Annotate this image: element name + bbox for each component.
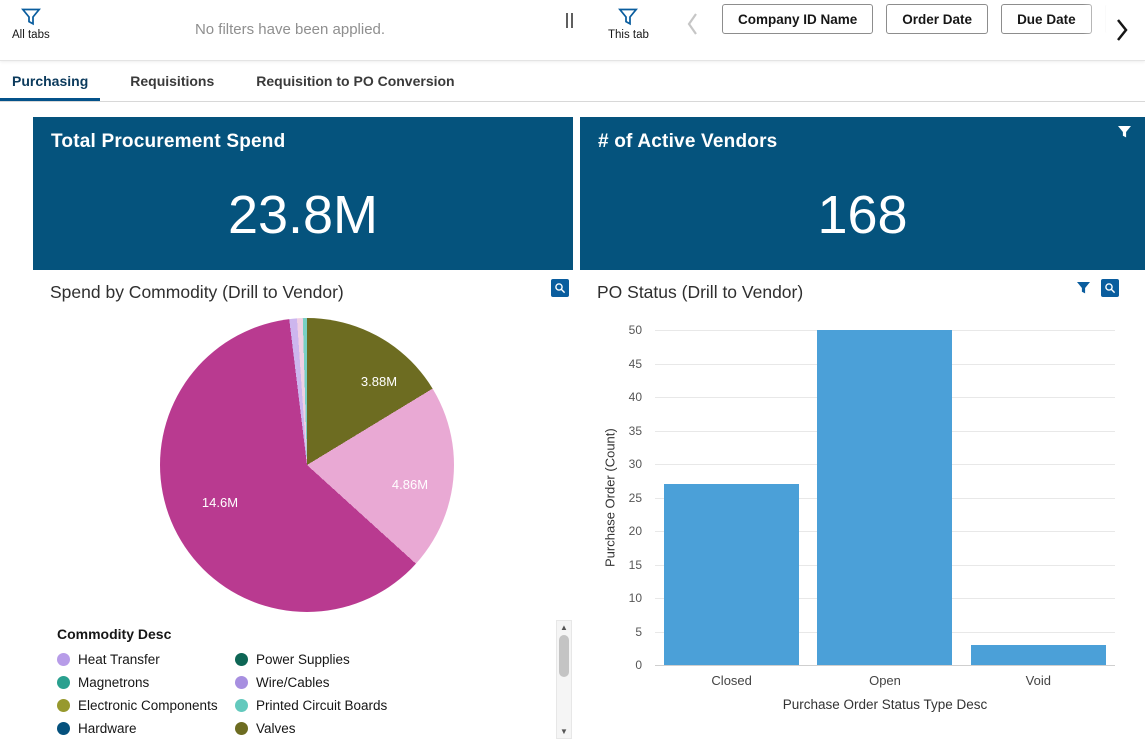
y-tick-label: 20 (629, 524, 642, 538)
commodity-legend-items: Heat Transfer Magnetrons Electronic Compon… (57, 648, 413, 739)
pie-slice-label: 4.86M (380, 477, 440, 492)
legend-label: Magnetrons (78, 675, 149, 690)
y-tick-label: 15 (629, 558, 642, 572)
bar-panel-title: PO Status (Drill to Vendor) (580, 282, 803, 303)
y-tick-label: 0 (635, 658, 642, 672)
bar-closed[interactable] (664, 484, 799, 665)
filter-pill-due-date[interactable]: Due Date (1001, 4, 1092, 34)
pie-chart[interactable]: 14.6M 4.86M 3.88M (160, 318, 454, 612)
y-tick-label: 50 (629, 323, 642, 337)
legend-swatch-icon (57, 676, 70, 689)
chevron-left-icon (686, 11, 700, 37)
scrollbar-up-icon[interactable]: ▲ (557, 623, 571, 632)
bar-void[interactable] (971, 645, 1106, 665)
panel-header: Spend by Commodity (Drill to Vendor) (33, 270, 573, 314)
pie-slice-label: 14.6M (190, 495, 250, 510)
y-tick-label: 35 (629, 424, 642, 438)
legend-item[interactable]: Printed Circuit Boards (235, 698, 413, 713)
x-tick-label: Open (808, 673, 961, 688)
bar-open[interactable] (817, 330, 952, 665)
legend-item[interactable]: Electronic Components (57, 698, 235, 713)
legend-item[interactable]: Hardware (57, 721, 235, 736)
splitter-handle[interactable] (566, 13, 573, 28)
filter-bar: All tabs No filters have been applied. T… (0, 0, 1145, 61)
legend-swatch-icon (235, 676, 248, 689)
tab-requisition-to-po-conversion[interactable]: Requisition to PO Conversion (244, 61, 466, 101)
scroll-filters-left-button[interactable] (686, 11, 700, 42)
legend-label: Printed Circuit Boards (256, 698, 387, 713)
tab-label: Requisition to PO Conversion (256, 73, 454, 89)
scroll-filters-right-button[interactable] (1083, 0, 1145, 60)
legend-swatch-icon (235, 653, 248, 666)
y-tick-label: 5 (635, 625, 642, 639)
kpi-active-vendors[interactable]: # of Active Vendors 168 (580, 117, 1145, 270)
filter-pill-order-date[interactable]: Order Date (886, 4, 988, 34)
legend-title: Commodity Desc (57, 626, 171, 642)
y-axis-title: Purchase Order (Count) (602, 330, 618, 665)
legend-swatch-icon (57, 722, 70, 735)
y-tick-label: 40 (629, 390, 642, 404)
all-tabs-label: All tabs (12, 29, 50, 41)
kpi-value: 168 (580, 163, 1145, 266)
pie-slice-label: 3.88M (349, 374, 409, 389)
this-tab-label: This tab (608, 29, 649, 41)
kpi-title: # of Active Vendors (580, 117, 1145, 153)
spend-by-commodity-panel: Spend by Commodity (Drill to Vendor) 14.… (33, 270, 573, 739)
panel-header: PO Status (Drill to Vendor) (580, 270, 1145, 314)
dashboard-tabs: Purchasing Requisitions Requisition to P… (0, 61, 1145, 102)
filter-funnel-icon (617, 7, 639, 27)
magnifier-icon (554, 282, 566, 294)
legend-label: Valves (256, 721, 296, 736)
chevron-right-icon (1114, 17, 1129, 43)
legend-label: Power Supplies (256, 652, 350, 667)
po-status-panel: PO Status (Drill to Vendor) Purchase Ord… (580, 270, 1145, 739)
y-tick-label: 10 (629, 591, 642, 605)
legend-swatch-icon (57, 699, 70, 712)
drill-through-icon[interactable] (551, 279, 569, 297)
bar-plot (655, 330, 1115, 666)
legend-item[interactable]: Power Supplies (235, 652, 413, 667)
filter-pill-company-id-name[interactable]: Company ID Name (722, 4, 873, 34)
legend-label: Electronic Components (78, 698, 218, 713)
legend-item[interactable]: Heat Transfer (57, 652, 235, 667)
tab-label: Purchasing (12, 73, 88, 89)
legend-label: Heat Transfer (78, 652, 160, 667)
x-tick-label: Void (962, 673, 1115, 688)
y-tick-label: 45 (629, 357, 642, 371)
all-tabs-filter-button[interactable]: All tabs (12, 7, 50, 41)
no-filters-message: No filters have been applied. (60, 0, 520, 60)
y-tick-label: 25 (629, 491, 642, 505)
legend-swatch-icon (57, 653, 70, 666)
filter-pills: Company ID Name Order Date Due Date V (722, 0, 1145, 60)
legend-label: Hardware (78, 721, 137, 736)
legend-swatch-icon (235, 722, 248, 735)
legend-label: Wire/Cables (256, 675, 330, 690)
dashboard-page: All tabs No filters have been applied. T… (0, 0, 1145, 739)
kpi-total-procurement-spend[interactable]: Total Procurement Spend 23.8M (33, 117, 573, 270)
x-tick-label: Closed (655, 673, 808, 688)
legend-swatch-icon (235, 699, 248, 712)
kpi-value: 23.8M (33, 163, 573, 266)
legend-item[interactable]: Valves (235, 721, 413, 736)
magnifier-icon (1104, 282, 1116, 294)
filter-funnel-icon (20, 7, 42, 27)
scrollbar-down-icon[interactable]: ▼ (557, 727, 571, 736)
legend-item[interactable]: Magnetrons (57, 675, 235, 690)
y-tick-label: 30 (629, 457, 642, 471)
x-axis-title: Purchase Order Status Type Desc (655, 697, 1115, 712)
local-filter-funnel-icon[interactable] (1075, 280, 1092, 296)
this-tab-filter-button[interactable]: This tab (608, 7, 649, 41)
tab-requisitions[interactable]: Requisitions (118, 61, 226, 101)
drill-through-icon[interactable] (1101, 279, 1119, 297)
legend-item[interactable]: Wire/Cables (235, 675, 413, 690)
x-axis-labels: ClosedOpenVoid (655, 673, 1115, 688)
tab-purchasing[interactable]: Purchasing (0, 61, 100, 101)
kpi-title: Total Procurement Spend (33, 117, 573, 153)
legend-scrollbar[interactable]: ▲ ▼ (556, 620, 572, 739)
pie-panel-title: Spend by Commodity (Drill to Vendor) (33, 282, 344, 303)
kpi-filter-funnel-icon[interactable] (1116, 124, 1133, 140)
scrollbar-thumb[interactable] (559, 635, 569, 677)
y-axis-ticks: 05101520253035404550 (620, 330, 646, 665)
tab-label: Requisitions (130, 73, 214, 89)
